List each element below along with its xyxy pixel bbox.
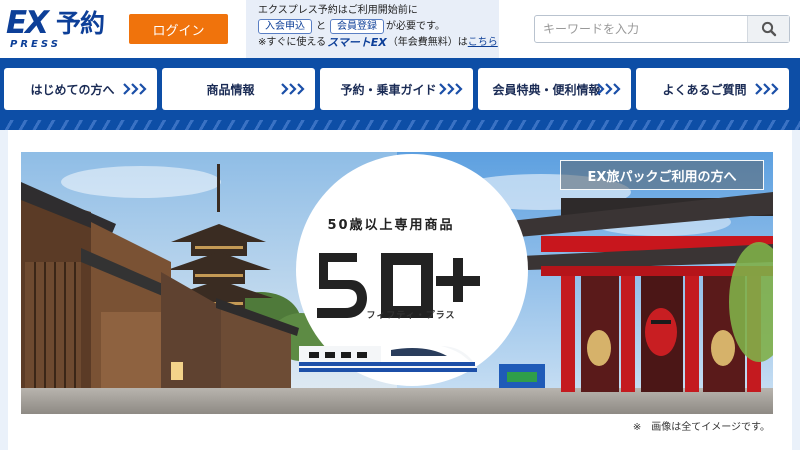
nav-item-label: 予約・乗車ガイド <box>340 82 437 97</box>
nav-item-label: 会員特典・便利情報 <box>492 82 601 97</box>
logo-ex-text: EX <box>6 5 49 41</box>
hero-circle-subtitle: フィフティ・プラス <box>366 311 456 321</box>
shinkansen-train-icon <box>299 342 477 372</box>
triple-chevron-icon <box>281 83 305 95</box>
join-application-button[interactable]: 入会申込 <box>258 18 312 34</box>
search-input[interactable] <box>535 16 747 42</box>
nav-item-booking-guide[interactable]: 予約・乗車ガイド <box>320 68 473 110</box>
hero-circle-title: 50歳以上専用商品 <box>327 218 455 233</box>
registration-notice: エクスプレス予約はご利用開始前に 入会申込 と 会員登録 が必要です。 ※すぐに… <box>246 0 499 58</box>
nav-item-member-benefits[interactable]: 会員特典・便利情報 <box>478 68 631 110</box>
notice-line1: エクスプレス予約はご利用開始前に <box>258 5 418 16</box>
search-box <box>534 15 790 43</box>
search-icon <box>761 21 776 37</box>
hero-banner-50plus[interactable] <box>21 152 773 414</box>
nav-item-label: はじめての方へ <box>30 82 115 97</box>
nav-item-first-time[interactable]: はじめての方へ <box>4 68 157 110</box>
nav-item-products[interactable]: 商品情報 <box>162 68 315 110</box>
notice-and-text: と <box>316 20 326 32</box>
smart-ex-link[interactable]: こちら <box>468 36 498 49</box>
smart-ex-logo: スマートEX <box>327 36 387 49</box>
notice-required-text: が必要です。 <box>386 20 445 32</box>
logo-press-text: PRESS <box>10 39 61 50</box>
site-header: EX 予約 PRESS ログイン エクスプレス予約はご利用開始前に 入会申込 と… <box>0 0 800 58</box>
login-button[interactable]: ログイン <box>129 14 228 44</box>
triple-chevron-icon <box>755 83 779 95</box>
notice-line3-prefix: ※すぐに使える <box>258 36 327 48</box>
decorative-stripe-bar <box>0 120 800 130</box>
triple-chevron-icon <box>123 83 147 95</box>
search-button[interactable] <box>747 16 789 42</box>
nav-item-label: よくあるご質問 <box>662 82 747 97</box>
notice-line3-mid: （年会費無料）は <box>387 36 468 48</box>
nav-item-faq[interactable]: よくあるご質問 <box>636 68 789 110</box>
global-nav: はじめての方へ 商品情報 予約・乗車ガイド 会員特典・便利情報 よくあるご質問 <box>0 58 800 120</box>
ex-travel-pack-button[interactable]: EX旅パックご利用の方へ <box>560 160 764 190</box>
image-disclaimer-footnote: ※ 画像は全てイメージです。 <box>632 422 770 433</box>
triple-chevron-icon <box>597 83 621 95</box>
ex-yoyaku-logo[interactable]: EX 予約 PRESS <box>4 7 112 53</box>
triple-chevron-icon <box>439 83 463 95</box>
nav-item-label: 商品情報 <box>206 82 255 97</box>
member-registration-button[interactable]: 会員登録 <box>330 18 384 34</box>
hero-image <box>21 152 773 414</box>
logo-yoyaku-text: 予約 <box>56 9 105 38</box>
